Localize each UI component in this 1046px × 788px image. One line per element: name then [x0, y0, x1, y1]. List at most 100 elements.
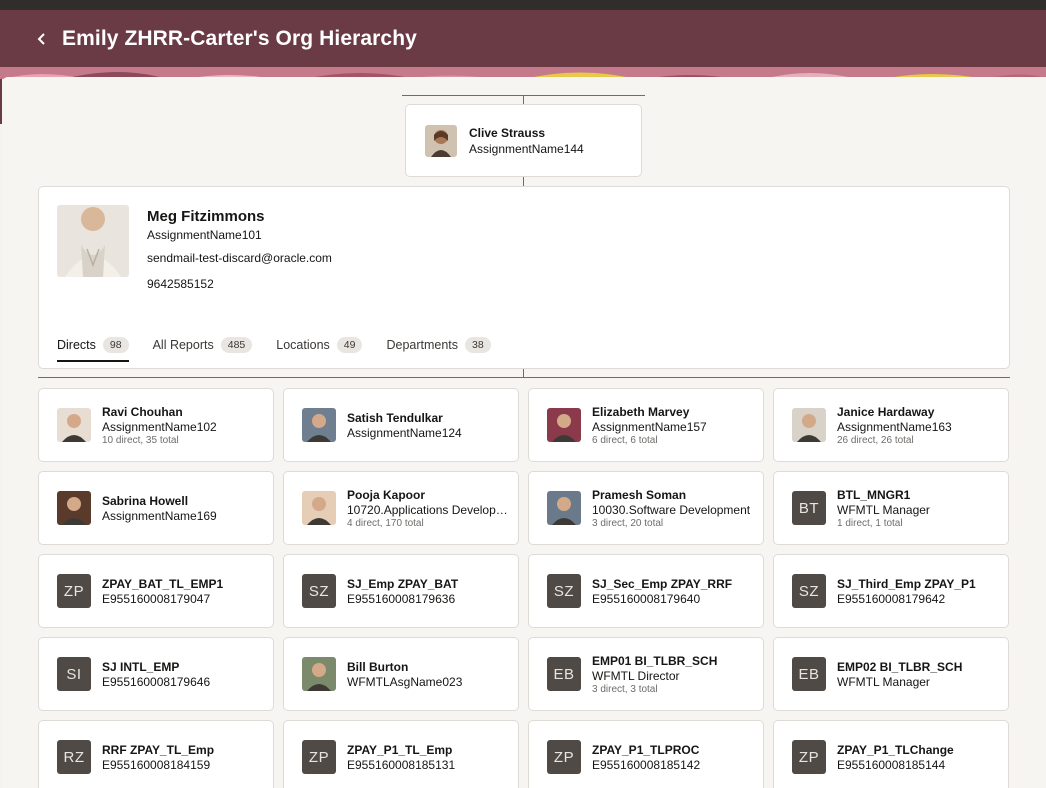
report-info: Satish Tendulkar AssignmentName124 — [347, 411, 515, 440]
report-card[interactable]: EB EMP01 BI_TLBR_SCH WFMTL Director 3 direc… — [528, 637, 764, 711]
report-name: SJ_Sec_Emp ZPAY_RRF — [592, 576, 733, 591]
avatar-photo — [302, 491, 336, 525]
report-info: EMP02 BI_TLBR_SCH WFMTL Manager — [837, 660, 1005, 689]
report-assignment: E955160008185131 — [347, 757, 456, 772]
report-assignment: E955160008185142 — [592, 757, 701, 772]
report-assignment: WFMTLAsgName023 — [347, 674, 463, 689]
report-name: EMP02 BI_TLBR_SCH — [837, 659, 963, 674]
report-card[interactable]: ZP ZPAY_P1_TL_Emp E955160008185131 — [283, 720, 519, 788]
avatar-photo — [57, 408, 91, 442]
report-name: Satish Tendulkar — [347, 410, 443, 425]
tab-label: Departments — [386, 338, 459, 352]
report-card[interactable]: SZ SJ_Sec_Emp ZPAY_RRF E955160008179640 — [528, 554, 764, 628]
report-card[interactable]: EB EMP02 BI_TLBR_SCH WFMTL Manager — [773, 637, 1009, 711]
report-card[interactable]: SZ SJ_Third_Emp ZPAY_P1 E955160008179642 — [773, 554, 1009, 628]
connector-mid-stem — [523, 177, 524, 186]
report-info: SJ_Sec_Emp ZPAY_RRF E955160008179640 — [592, 577, 760, 606]
tab-locations[interactable]: Locations 49 — [276, 337, 363, 362]
report-card[interactable]: RZ RRF ZPAY_TL_Emp E955160008184159 — [38, 720, 274, 788]
tab-directs[interactable]: Directs 98 — [57, 337, 129, 362]
report-info: BTL_MNGR1 WFMTL Manager 1 direct, 1 total — [837, 488, 1005, 529]
report-card[interactable]: Pramesh Soman 10030.Software Development 3… — [528, 471, 764, 545]
report-card[interactable]: Janice Hardaway AssignmentName163 26 direc… — [773, 388, 1009, 462]
report-info: ZPAY_P1_TL_Emp E955160008185131 — [347, 743, 515, 772]
avatar-photo — [547, 408, 581, 442]
top-strip — [0, 0, 1046, 10]
tab-label: Directs — [57, 338, 96, 352]
section-divider — [38, 377, 1010, 378]
report-info: EMP01 BI_TLBR_SCH WFMTL Director 3 direct,… — [592, 654, 760, 695]
avatar-initials: BT — [792, 491, 826, 525]
report-card[interactable]: ZP ZPAY_P1_TLPROC E955160008185142 — [528, 720, 764, 788]
avatar-initials: SZ — [302, 574, 336, 608]
report-info: SJ_Third_Emp ZPAY_P1 E955160008179642 — [837, 577, 1005, 606]
direct-reports-grid: Ravi Chouhan AssignmentName102 10 direct, … — [38, 388, 1010, 788]
report-assignment: AssignmentName169 — [102, 508, 217, 523]
manager-name: Clive Strauss — [469, 125, 546, 140]
avatar-photo — [792, 408, 826, 442]
report-assignment: E955160008185144 — [837, 757, 946, 772]
report-counts: 3 direct, 3 total — [592, 683, 658, 695]
avatar-initials: ZP — [547, 740, 581, 774]
report-card[interactable]: Sabrina Howell AssignmentName169 — [38, 471, 274, 545]
report-assignment: AssignmentName102 — [102, 419, 217, 434]
report-info: ZPAY_BAT_TL_EMP1 E955160008179047 — [102, 577, 270, 606]
report-assignment: WFMTL Manager — [837, 674, 930, 689]
report-name: ZPAY_BAT_TL_EMP1 — [102, 576, 224, 591]
avatar-photo — [302, 657, 336, 691]
report-name: SJ_Emp ZPAY_BAT — [347, 576, 459, 591]
report-assignment: WFMTL Manager — [837, 502, 930, 517]
report-name: Janice Hardaway — [837, 404, 935, 419]
report-card[interactable]: Elizabeth Marvey AssignmentName157 6 direc… — [528, 388, 764, 462]
avatar-initials: SI — [57, 657, 91, 691]
person-name: Meg Fitzimmons — [147, 208, 265, 225]
chevron-left-icon — [37, 32, 45, 45]
avatar-initials: EB — [547, 657, 581, 691]
person-phone[interactable]: 9642585152 — [147, 277, 214, 291]
report-info: ZPAY_P1_TLChange E955160008185144 — [837, 743, 1005, 772]
report-card[interactable]: Bill Burton WFMTLAsgName023 — [283, 637, 519, 711]
avatar-initials: ZP — [57, 574, 91, 608]
report-assignment: E955160008184159 — [102, 757, 211, 772]
tab-departments[interactable]: Departments 38 — [386, 337, 491, 362]
manager-card[interactable]: Clive Strauss AssignmentName144 — [405, 104, 642, 177]
report-card[interactable]: SI SJ INTL_EMP E955160008179646 — [38, 637, 274, 711]
tab-all-reports[interactable]: All Reports 485 — [153, 337, 253, 362]
report-card[interactable]: BT BTL_MNGR1 WFMTL Manager 1 direct, 1 tota… — [773, 471, 1009, 545]
connector-top-stem — [523, 95, 524, 104]
report-assignment: E955160008179642 — [837, 591, 946, 606]
person-email[interactable]: sendmail-test-discard@oracle.com — [147, 251, 332, 265]
back-button[interactable] — [32, 29, 52, 49]
report-name: SJ INTL_EMP — [102, 659, 180, 674]
report-assignment: AssignmentName163 — [837, 419, 952, 434]
report-counts: 1 direct, 1 total — [837, 517, 903, 529]
report-counts: 6 direct, 6 total — [592, 434, 658, 446]
report-card[interactable]: Ravi Chouhan AssignmentName102 10 direct, … — [38, 388, 274, 462]
report-card[interactable]: SZ SJ_Emp ZPAY_BAT E955160008179636 — [283, 554, 519, 628]
tab-count-badge: 98 — [102, 337, 129, 353]
person-photo — [57, 205, 129, 277]
report-assignment: 10720.Applications Development — [347, 502, 515, 517]
report-info: Sabrina Howell AssignmentName169 — [102, 494, 270, 523]
avatar — [425, 124, 457, 157]
report-name: Pramesh Soman — [592, 487, 687, 502]
report-name: BTL_MNGR1 — [837, 487, 911, 502]
report-card[interactable]: Pooja Kapoor 10720.Applications Developme… — [283, 471, 519, 545]
report-counts: 4 direct, 170 total — [347, 517, 424, 529]
report-counts: 3 direct, 20 total — [592, 517, 664, 529]
report-info: ZPAY_P1_TLPROC E955160008185142 — [592, 743, 760, 772]
avatar-photo — [547, 491, 581, 525]
report-card[interactable]: Satish Tendulkar AssignmentName124 — [283, 388, 519, 462]
report-info: Pooja Kapoor 10720.Applications Developme… — [347, 488, 515, 529]
tab-count-badge: 38 — [465, 337, 491, 353]
report-counts: 26 direct, 26 total — [837, 434, 914, 446]
report-name: Elizabeth Marvey — [592, 404, 690, 419]
report-assignment: E955160008179047 — [102, 591, 211, 606]
page-header: Emily ZHRR-Carter's Org Hierarchy — [0, 10, 1046, 67]
report-info: SJ_Emp ZPAY_BAT E955160008179636 — [347, 577, 515, 606]
report-info: Bill Burton WFMTLAsgName023 — [347, 660, 515, 689]
report-assignment: 10030.Software Development — [592, 502, 751, 517]
report-card[interactable]: ZP ZPAY_BAT_TL_EMP1 E955160008179047 — [38, 554, 274, 628]
report-card[interactable]: ZP ZPAY_P1_TLChange E955160008185144 — [773, 720, 1009, 788]
report-name: EMP01 BI_TLBR_SCH — [592, 653, 718, 668]
